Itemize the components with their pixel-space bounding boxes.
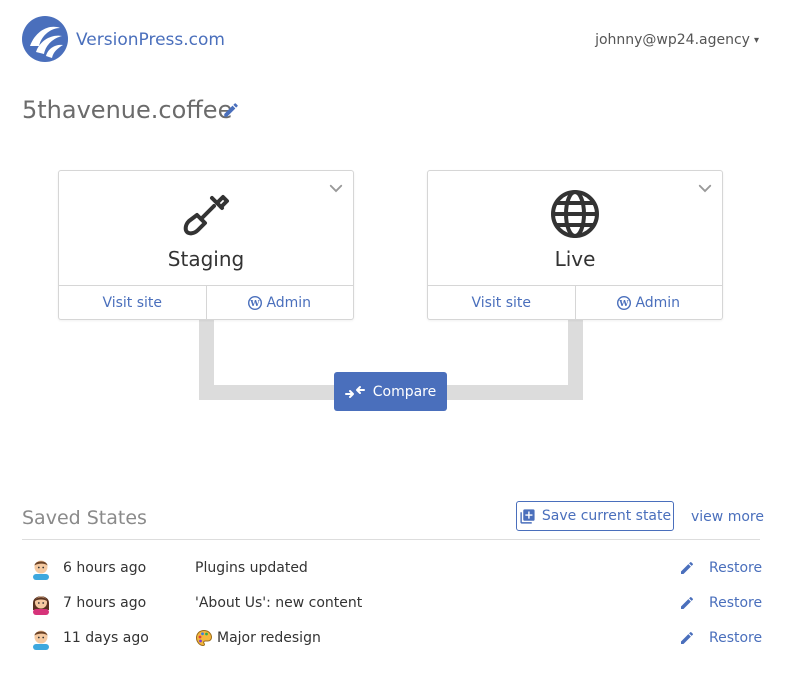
visit-site-link[interactable]: Visit site <box>59 286 206 320</box>
add-box-icon <box>520 508 535 524</box>
male-avatar-icon <box>33 630 49 650</box>
environment-card-staging: Staging Visit site W Admin <box>58 170 354 320</box>
state-message-text: Major redesign <box>217 630 321 646</box>
state-message: 'About Us': new content <box>195 595 362 611</box>
admin-link[interactable]: W Admin <box>574 286 723 320</box>
compare-button[interactable]: Compare <box>334 372 447 411</box>
restore-link[interactable]: Restore <box>709 560 762 576</box>
user-menu[interactable]: johnny@wp24.agency ▾ <box>595 32 759 48</box>
chevron-down-icon[interactable] <box>327 179 345 197</box>
pencil-icon[interactable] <box>679 595 695 611</box>
save-current-state-label: Save current state <box>541 508 672 524</box>
visit-site-link[interactable]: Visit site <box>428 286 575 320</box>
pencil-icon[interactable] <box>679 630 695 646</box>
female-avatar-icon <box>33 596 49 615</box>
state-time: 7 hours ago <box>63 595 147 611</box>
saved-state-row: 11 days ago Major redesign Restore <box>22 623 762 653</box>
state-message-text: Plugins updated <box>195 560 308 576</box>
view-more-link[interactable]: view more <box>691 509 764 525</box>
visit-site-label: Visit site <box>471 295 532 311</box>
chevron-down-icon: ▾ <box>753 34 759 46</box>
svg-text:W: W <box>250 298 261 308</box>
versionpress-logo-icon[interactable] <box>22 16 68 62</box>
visit-site-label: Visit site <box>102 295 163 311</box>
admin-label: Admin <box>635 295 681 311</box>
state-message-text: 'About Us': new content <box>195 595 363 611</box>
admin-link[interactable]: W Admin <box>205 286 354 320</box>
restore-link[interactable]: Restore <box>709 630 762 646</box>
compare-arrows-icon <box>344 385 365 398</box>
wordpress-icon: W <box>248 296 263 310</box>
pencil-icon[interactable] <box>679 560 695 576</box>
restore-link[interactable]: Restore <box>709 595 762 611</box>
state-time: 6 hours ago <box>63 560 147 576</box>
environment-name: Staging <box>167 247 245 271</box>
chevron-down-icon[interactable] <box>696 179 714 197</box>
state-message: Major redesign <box>195 629 321 647</box>
saved-state-row: 7 hours ago 'About Us': new content Rest… <box>22 588 762 618</box>
compare-label: Compare <box>372 383 437 400</box>
environment-card-live: Live Visit site W Admin <box>427 170 723 320</box>
svg-text:W: W <box>619 298 630 308</box>
saved-state-row: 6 hours ago Plugins updated Restore <box>22 553 762 583</box>
globe-icon <box>551 190 599 238</box>
save-current-state-button[interactable]: Save current state <box>516 501 674 531</box>
brand-name[interactable]: VersionPress.com <box>76 30 225 50</box>
state-time: 11 days ago <box>63 630 149 646</box>
wordpress-icon: W <box>617 296 632 310</box>
state-message: Plugins updated <box>195 560 308 576</box>
male-avatar-icon <box>33 560 49 580</box>
pencil-icon[interactable] <box>222 101 240 119</box>
admin-label: Admin <box>266 295 312 311</box>
divider <box>22 539 760 540</box>
environment-name: Live <box>554 247 596 271</box>
shovel-icon <box>183 195 229 236</box>
page-title: 5thavenue.coffee <box>22 96 233 124</box>
saved-states-heading: Saved States <box>22 507 147 529</box>
user-email: johnny@wp24.agency <box>595 32 750 48</box>
palette-emoji-icon <box>195 629 213 647</box>
